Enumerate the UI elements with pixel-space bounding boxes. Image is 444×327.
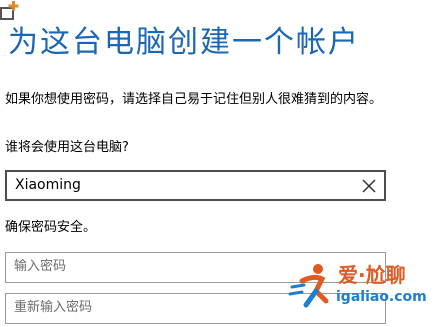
add-window-icon bbox=[0, 1, 19, 20]
password-placeholder: 输入密码 bbox=[14, 259, 67, 274]
watermark-bottom-text: igaliao.com bbox=[336, 289, 427, 305]
page-title: 为这台电脑创建一个帐户 bbox=[8, 25, 360, 60]
username-value: Xiaoming bbox=[15, 177, 81, 193]
clear-x-icon[interactable] bbox=[360, 177, 378, 195]
username-label: 谁将会使用这台电脑? bbox=[5, 140, 129, 155]
confirm-password-placeholder: 重新输入密码 bbox=[14, 300, 93, 315]
username-input[interactable]: Xiaoming bbox=[5, 170, 386, 201]
watermark: 爱·尬聊 igaliao.com bbox=[288, 257, 438, 313]
watermark-top-text: 爱·尬聊 bbox=[338, 263, 406, 287]
password-section-label: 确保密码安全。 bbox=[5, 220, 97, 235]
page-subtitle: 如果你想使用密码，请选择自己易于记住但别人很难猜到的内容。 bbox=[5, 92, 383, 107]
running-figure-icon bbox=[288, 264, 329, 308]
